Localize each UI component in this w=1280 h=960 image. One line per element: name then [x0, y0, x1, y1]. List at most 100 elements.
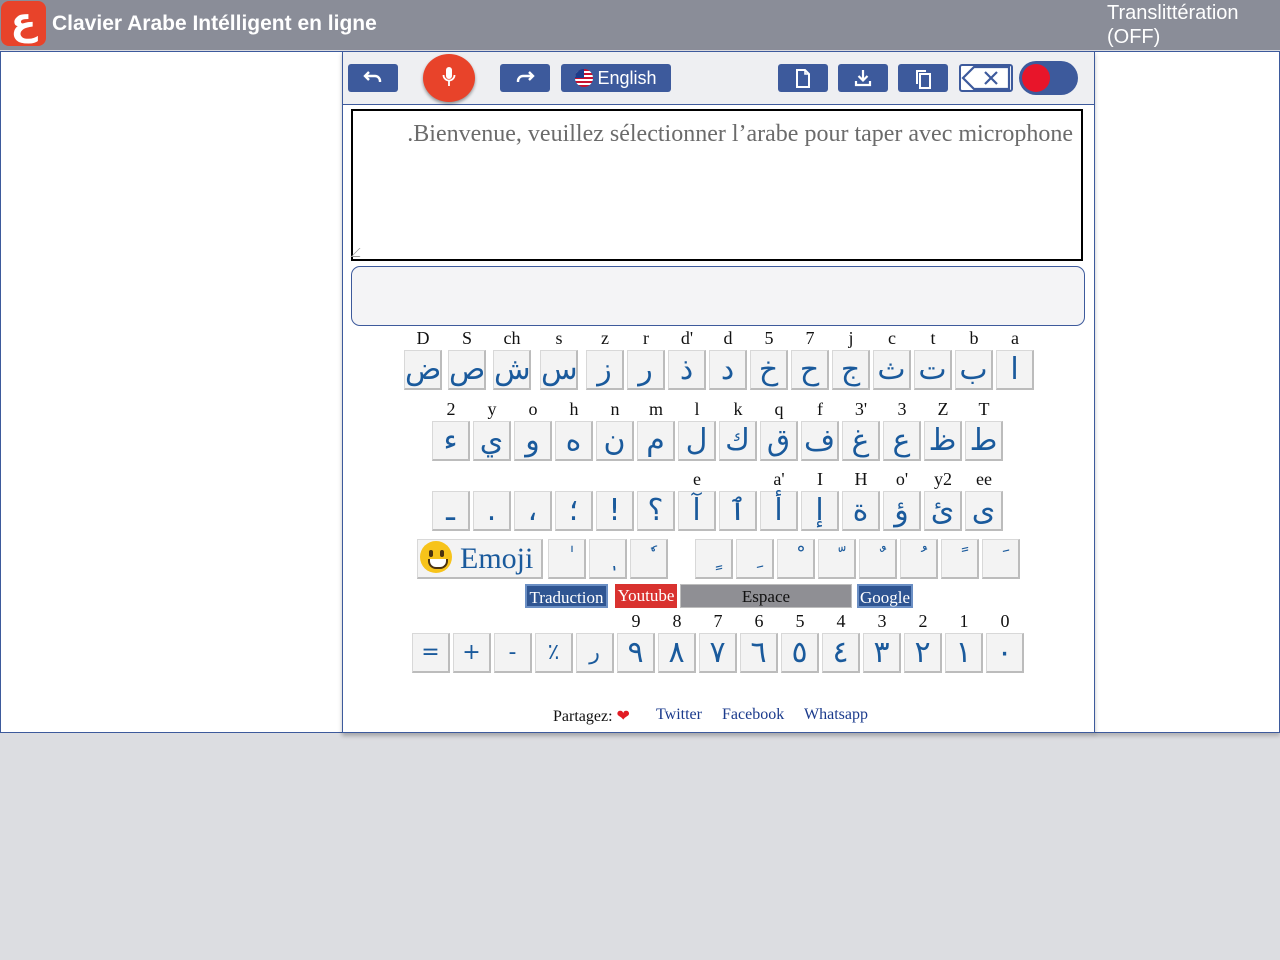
- diacritic-key[interactable]: ُ: [900, 539, 938, 579]
- symbol-key[interactable]: ى: [965, 491, 1003, 531]
- microphone-button[interactable]: [423, 54, 475, 102]
- arabic-key[interactable]: ه: [555, 421, 593, 461]
- arabic-key[interactable]: ل: [678, 421, 716, 461]
- symbol-key[interactable]: ة: [842, 491, 880, 531]
- digit-key[interactable]: +: [453, 633, 491, 673]
- digit-key[interactable]: ٧: [699, 633, 737, 673]
- arabic-key[interactable]: ب: [955, 350, 993, 390]
- google-button[interactable]: Google: [857, 584, 913, 608]
- arabic-key[interactable]: ن: [596, 421, 634, 461]
- digit-key[interactable]: -: [494, 633, 532, 673]
- digit-key[interactable]: ٪: [535, 633, 573, 673]
- digit-key[interactable]: =: [412, 633, 450, 673]
- diacritic-key[interactable]: ٌ: [859, 539, 897, 579]
- symbol-key[interactable]: .: [473, 491, 511, 531]
- digit-key[interactable]: ٠: [986, 633, 1024, 673]
- facebook-link[interactable]: Facebook: [722, 706, 784, 723]
- emoji-key[interactable]: Emoji: [417, 539, 543, 579]
- arabic-key[interactable]: م: [637, 421, 675, 461]
- symbol-key[interactable]: ؟: [637, 491, 675, 531]
- diacritic-key[interactable]: ً: [941, 539, 979, 579]
- app-logo[interactable]: ع: [1, 1, 46, 46]
- arabic-key[interactable]: ي: [473, 421, 511, 461]
- digit-key[interactable]: ٨: [658, 633, 696, 673]
- new-document-button[interactable]: [778, 64, 828, 92]
- whatsapp-link[interactable]: Whatsapp: [804, 706, 868, 723]
- key-hint: H: [854, 469, 868, 489]
- copy-button[interactable]: [898, 64, 948, 92]
- transliteration-state: (OFF): [1107, 26, 1161, 48]
- arabic-key[interactable]: ف: [801, 421, 839, 461]
- symbol-key[interactable]: !: [596, 491, 634, 531]
- arabic-key[interactable]: ت: [914, 350, 952, 390]
- key-hint: b: [969, 328, 979, 348]
- emoji-label: Emoji: [460, 542, 534, 575]
- symbol-key[interactable]: ئ: [924, 491, 962, 531]
- arabic-key[interactable]: ظ: [924, 421, 962, 461]
- diacritic-key[interactable]: ٍ: [695, 539, 733, 579]
- digit-key[interactable]: ر: [576, 633, 614, 673]
- symbol-key[interactable]: ـ: [432, 491, 470, 531]
- diacritic-key[interactable]: ّ: [818, 539, 856, 579]
- digit-key[interactable]: ١: [945, 633, 983, 673]
- diacritic-key[interactable]: ٖ: [589, 539, 627, 579]
- arabic-key[interactable]: ذ: [668, 350, 706, 390]
- arabic-key[interactable]: غ: [842, 421, 880, 461]
- digit-key[interactable]: ٢: [904, 633, 942, 673]
- diacritic-key[interactable]: ٰ: [548, 539, 586, 579]
- arabic-key[interactable]: ق: [760, 421, 798, 461]
- key-hint: s: [555, 328, 563, 348]
- youtube-button[interactable]: Youtube: [615, 584, 677, 608]
- key-hint: 3: [897, 399, 907, 419]
- redo-icon: [516, 71, 535, 82]
- backspace-button[interactable]: [959, 64, 1013, 92]
- arabic-key[interactable]: ء: [432, 421, 470, 461]
- symbol-key[interactable]: ،: [514, 491, 552, 531]
- arabic-key[interactable]: ش: [493, 350, 531, 390]
- language-selector[interactable]: English: [561, 64, 671, 92]
- redo-button[interactable]: [500, 64, 550, 92]
- symbol-key[interactable]: ٱ: [719, 491, 757, 531]
- diacritic-key[interactable]: َ: [982, 539, 1020, 579]
- digit-key[interactable]: ٣: [863, 633, 901, 673]
- arabic-key[interactable]: ع: [883, 421, 921, 461]
- text-editor[interactable]: Bienvenue, veuillez sélectionner l’arabe…: [350, 109, 1083, 261]
- arabic-key[interactable]: ك: [719, 421, 757, 461]
- undo-button[interactable]: [348, 64, 398, 92]
- transliteration-toggle[interactable]: Translittération (OFF): [1107, 1, 1239, 49]
- resize-handle[interactable]: [350, 248, 369, 257]
- arabic-key[interactable]: د: [709, 350, 747, 390]
- editor-placeholder: Bienvenue, veuillez sélectionner l’arabe…: [407, 121, 1073, 147]
- arabic-key[interactable]: س: [540, 350, 578, 390]
- digit-key[interactable]: ٥: [781, 633, 819, 673]
- arabic-key[interactable]: خ: [750, 350, 788, 390]
- symbol-key[interactable]: ؤ: [883, 491, 921, 531]
- arabic-key[interactable]: ر: [627, 350, 665, 390]
- key-hint: d: [723, 328, 733, 348]
- arabic-key[interactable]: ج: [832, 350, 870, 390]
- symbol-key[interactable]: إ: [801, 491, 839, 531]
- arabic-key[interactable]: ص: [448, 350, 486, 390]
- translate-button[interactable]: Traduction: [525, 584, 608, 608]
- digit-key[interactable]: ٩: [617, 633, 655, 673]
- twitter-link[interactable]: Twitter: [656, 706, 702, 723]
- symbol-key[interactable]: ؛: [555, 491, 593, 531]
- download-button[interactable]: [838, 64, 888, 92]
- arabic-key[interactable]: ا: [996, 350, 1034, 390]
- digit-key[interactable]: ٦: [740, 633, 778, 673]
- arabic-key[interactable]: ض: [404, 350, 442, 390]
- arabic-key[interactable]: و: [514, 421, 552, 461]
- arabic-key[interactable]: ث: [873, 350, 911, 390]
- arabic-key[interactable]: ط: [965, 421, 1003, 461]
- arabic-key[interactable]: ح: [791, 350, 829, 390]
- diacritic-key[interactable]: ْ: [777, 539, 815, 579]
- diacritic-key[interactable]: ِ: [736, 539, 774, 579]
- space-key[interactable]: Espace: [680, 584, 852, 608]
- key-hint: n: [610, 399, 620, 419]
- arabic-key[interactable]: ز: [586, 350, 624, 390]
- digit-key[interactable]: ٤: [822, 633, 860, 673]
- symbol-key[interactable]: أ: [760, 491, 798, 531]
- symbol-key[interactable]: آ: [678, 491, 716, 531]
- toggle-switch[interactable]: [1019, 61, 1078, 95]
- diacritic-key[interactable]: ٗ: [630, 539, 668, 579]
